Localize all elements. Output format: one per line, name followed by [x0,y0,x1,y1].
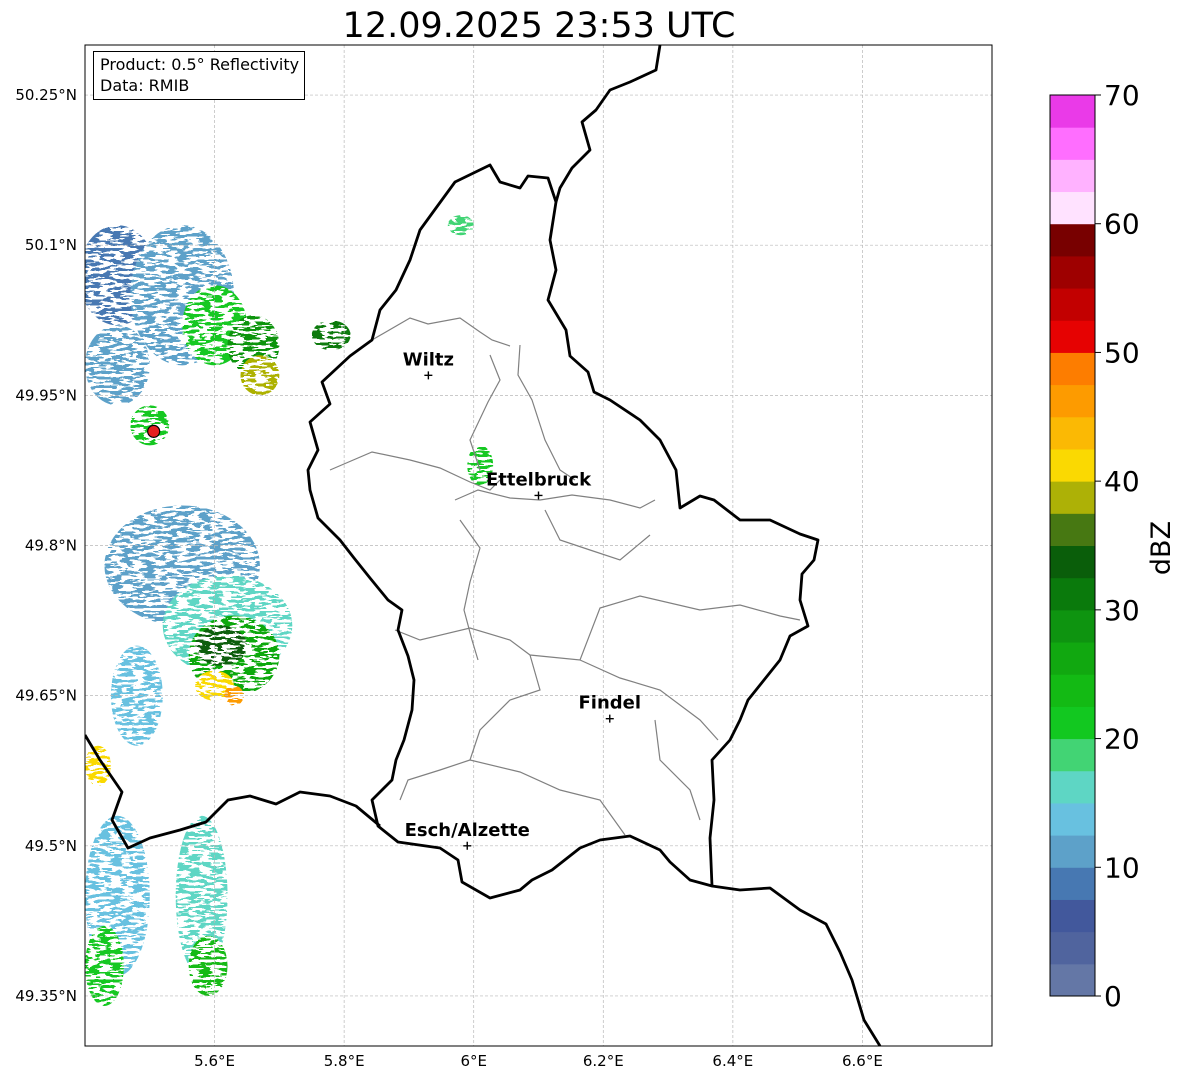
city-label: Ettelbruck [486,469,592,490]
city-label: Esch/Alzette [405,820,530,841]
echo-cell [130,405,170,446]
echo-cell [85,745,111,786]
city-label: Wiltz [403,349,454,370]
lon-tick-label: 6°E [460,1052,487,1070]
lon-tick-label: 6.2°E [583,1052,624,1070]
product-label: Product: 0.5° Reflectivity [100,55,300,74]
lat-tick-label: 50.25°N [15,86,77,104]
echo-cell [195,625,247,666]
echo-cell [447,215,474,236]
lat-tick-label: 49.8°N [25,537,77,555]
echo-cell [311,320,351,351]
lon-tick-label: 5.6°E [194,1052,235,1070]
lon-tick-label: 6.6°E [842,1052,883,1070]
lon-tick-label: 6.4°E [712,1052,753,1070]
echo-cell [240,355,280,396]
lon-tick-label: 5.8°E [324,1052,365,1070]
echo-cell [85,925,124,1006]
lat-tick-label: 49.65°N [15,687,77,705]
echo-cell [188,935,228,996]
lat-tick-label: 50.1°N [25,236,77,254]
lat-tick-label: 49.95°N [15,386,77,404]
city-label: Findel [578,693,641,714]
data-source-label: Data: RMIB [100,76,190,95]
echo-cell [85,325,150,406]
lat-tick-label: 49.5°N [25,837,77,855]
lat-tick-label: 49.35°N [15,987,77,1005]
info-box: Product: 0.5° Reflectivity Data: RMIB [93,51,306,100]
radar-map[interactable]: Wiltz Ettelbruck Findel Esch/Alzette 5.6°E 5… [0,0,1184,1081]
radar-site-marker[interactable] [147,424,161,438]
